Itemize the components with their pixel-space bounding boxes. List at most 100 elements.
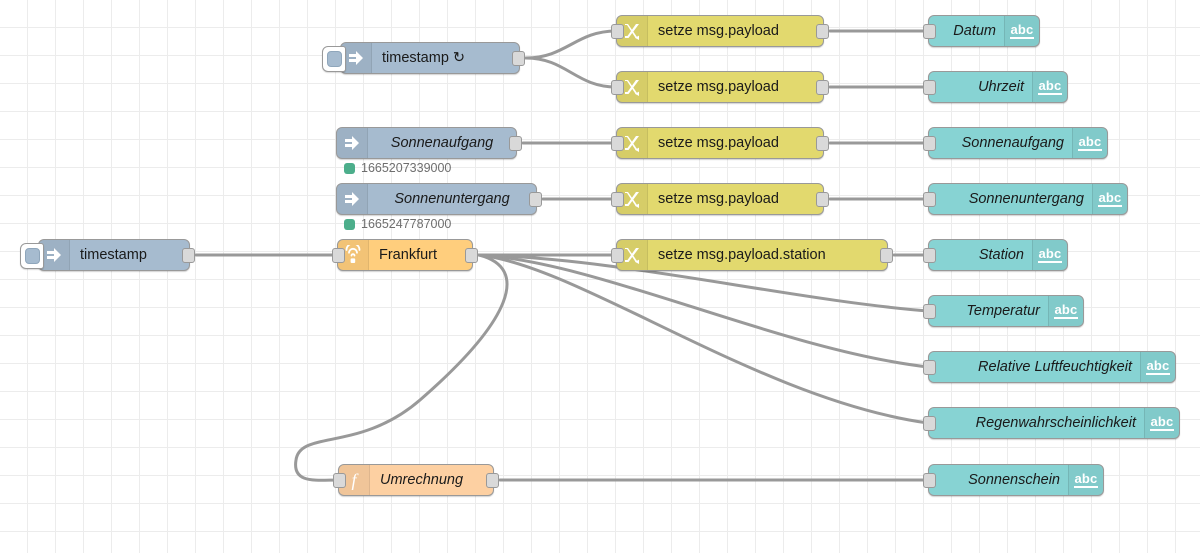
input-port[interactable] <box>923 80 936 95</box>
node-label: Datum <box>953 23 996 39</box>
node-change-station[interactable]: setze msg.payload.station <box>611 239 893 271</box>
inject-arrow-icon <box>337 128 368 158</box>
input-port[interactable] <box>923 24 936 39</box>
flow-canvas[interactable]: timestamp timestamp ↻ Sonnenaufgang Sonnenu… <box>0 0 1200 553</box>
wire-repeat-to-change-uhrzeit[interactable] <box>524 56 618 89</box>
output-port[interactable] <box>182 248 195 263</box>
node-change-datum[interactable]: setze msg.payload <box>611 15 829 47</box>
node-label: timestamp <box>80 247 147 263</box>
output-port[interactable] <box>465 248 478 263</box>
abc-glyph: abc <box>1038 78 1062 95</box>
node-label: Umrechnung <box>380 472 464 488</box>
input-port[interactable] <box>611 248 624 263</box>
node-change-sonnenuntergang[interactable]: setze msg.payload <box>611 183 829 215</box>
input-port[interactable] <box>923 304 936 319</box>
node-change-sonnenaufgang[interactable]: setze msg.payload <box>611 127 829 159</box>
input-port[interactable] <box>332 248 345 263</box>
output-port[interactable] <box>529 192 542 207</box>
node-label: Sonnenuntergang <box>968 191 1084 207</box>
status-text: 1665247787000 <box>361 217 452 231</box>
wire-frankfurt-to-luftfeuchtigkeit[interactable] <box>477 253 930 369</box>
input-port[interactable] <box>923 473 936 488</box>
node-label: setze msg.payload.station <box>658 247 826 263</box>
wire-frankfurt-to-regen[interactable] <box>477 253 930 425</box>
node-status-inject-sonnenaufgang: 1665207339000 <box>344 161 451 175</box>
input-port[interactable] <box>611 192 624 207</box>
node-func-umrechnung[interactable]: f Umrechnung <box>333 464 499 496</box>
abc-glyph: abc <box>1054 302 1078 319</box>
input-port[interactable] <box>923 360 936 375</box>
node-label: setze msg.payload <box>658 23 779 39</box>
node-label: Relative Luftfeuchtigkeit <box>978 359 1132 375</box>
wire-repeat-to-change-datum[interactable] <box>524 29 618 60</box>
inject-button-glyph <box>24 248 40 264</box>
output-port[interactable] <box>486 473 499 488</box>
input-port[interactable] <box>333 473 346 488</box>
node-debug-station[interactable]: Station abc <box>923 239 1068 271</box>
node-inject-sonnenuntergang[interactable]: Sonnenuntergang <box>336 183 542 215</box>
abc-glyph: abc <box>1146 358 1170 375</box>
node-label: Temperatur <box>966 303 1040 319</box>
input-port[interactable] <box>923 416 936 431</box>
node-label: Sonnenschein <box>968 472 1060 488</box>
output-port[interactable] <box>509 136 522 151</box>
node-debug-sonnenschein[interactable]: Sonnenschein abc <box>923 464 1104 496</box>
abc-icon: abc <box>1068 465 1103 495</box>
node-label: setze msg.payload <box>658 135 779 151</box>
wire-frankfurt-to-umrechnung[interactable] <box>294 253 509 482</box>
output-port[interactable] <box>816 80 829 95</box>
node-label: Frankfurt <box>379 247 438 263</box>
input-port[interactable] <box>611 80 624 95</box>
node-label: setze msg.payload <box>658 191 779 207</box>
node-mqtt-frankfurt[interactable]: Frankfurt <box>332 239 478 271</box>
node-inject-timestamp-repeat[interactable]: timestamp ↻ <box>322 42 525 74</box>
node-debug-datum[interactable]: Datum abc <box>923 15 1040 47</box>
node-debug-sonnenaufgang[interactable]: Sonnenaufgang abc <box>923 127 1108 159</box>
node-label: Station <box>978 247 1024 263</box>
node-debug-uhrzeit[interactable]: Uhrzeit abc <box>923 71 1068 103</box>
output-port[interactable] <box>816 192 829 207</box>
node-label: Sonnenaufgang <box>390 135 494 151</box>
node-label: Sonnenuntergang <box>394 191 510 207</box>
abc-icon: abc <box>1140 352 1175 382</box>
node-label: setze msg.payload <box>658 79 779 95</box>
abc-glyph: abc <box>1150 414 1174 431</box>
output-port[interactable] <box>512 51 525 66</box>
node-debug-sonnenuntergang[interactable]: Sonnenuntergang abc <box>923 183 1128 215</box>
input-port[interactable] <box>923 248 936 263</box>
inject-button-glyph <box>326 51 342 67</box>
output-port[interactable] <box>816 136 829 151</box>
node-debug-regenwahrscheinlichkeit[interactable]: Regenwahrscheinlichkeit abc <box>923 407 1180 439</box>
abc-icon: abc <box>1144 408 1179 438</box>
abc-glyph: abc <box>1078 134 1102 151</box>
input-port[interactable] <box>611 24 624 39</box>
abc-icon: abc <box>1048 296 1083 326</box>
node-status-inject-sonnenuntergang: 1665247787000 <box>344 217 451 231</box>
node-label: Sonnenaufgang <box>961 135 1064 151</box>
node-debug-temperatur[interactable]: Temperatur abc <box>923 295 1084 327</box>
svg-text:f: f <box>351 470 359 490</box>
node-label: Regenwahrscheinlichkeit <box>975 415 1136 431</box>
abc-glyph: abc <box>1038 246 1062 263</box>
input-port[interactable] <box>923 136 936 151</box>
status-dot-icon <box>344 162 355 174</box>
output-port[interactable] <box>816 24 829 39</box>
abc-icon: abc <box>1072 128 1107 158</box>
inject-trigger-button[interactable] <box>322 46 346 72</box>
output-port[interactable] <box>880 248 893 263</box>
abc-glyph: abc <box>1098 190 1122 207</box>
input-port[interactable] <box>923 192 936 207</box>
status-dot-icon <box>344 218 355 230</box>
node-change-uhrzeit[interactable]: setze msg.payload <box>611 71 829 103</box>
abc-icon: abc <box>1004 16 1039 46</box>
input-port[interactable] <box>611 136 624 151</box>
node-inject-sonnenaufgang[interactable]: Sonnenaufgang <box>336 127 522 159</box>
status-text: 1665207339000 <box>361 161 452 175</box>
node-debug-luftfeuchtigkeit[interactable]: Relative Luftfeuchtigkeit abc <box>923 351 1176 383</box>
node-inject-timestamp-main[interactable]: timestamp <box>20 239 195 271</box>
node-label: Uhrzeit <box>978 79 1024 95</box>
inject-trigger-button[interactable] <box>20 243 44 269</box>
inject-arrow-icon <box>337 184 368 214</box>
node-label: timestamp ↻ <box>382 50 466 66</box>
abc-icon: abc <box>1092 184 1127 214</box>
